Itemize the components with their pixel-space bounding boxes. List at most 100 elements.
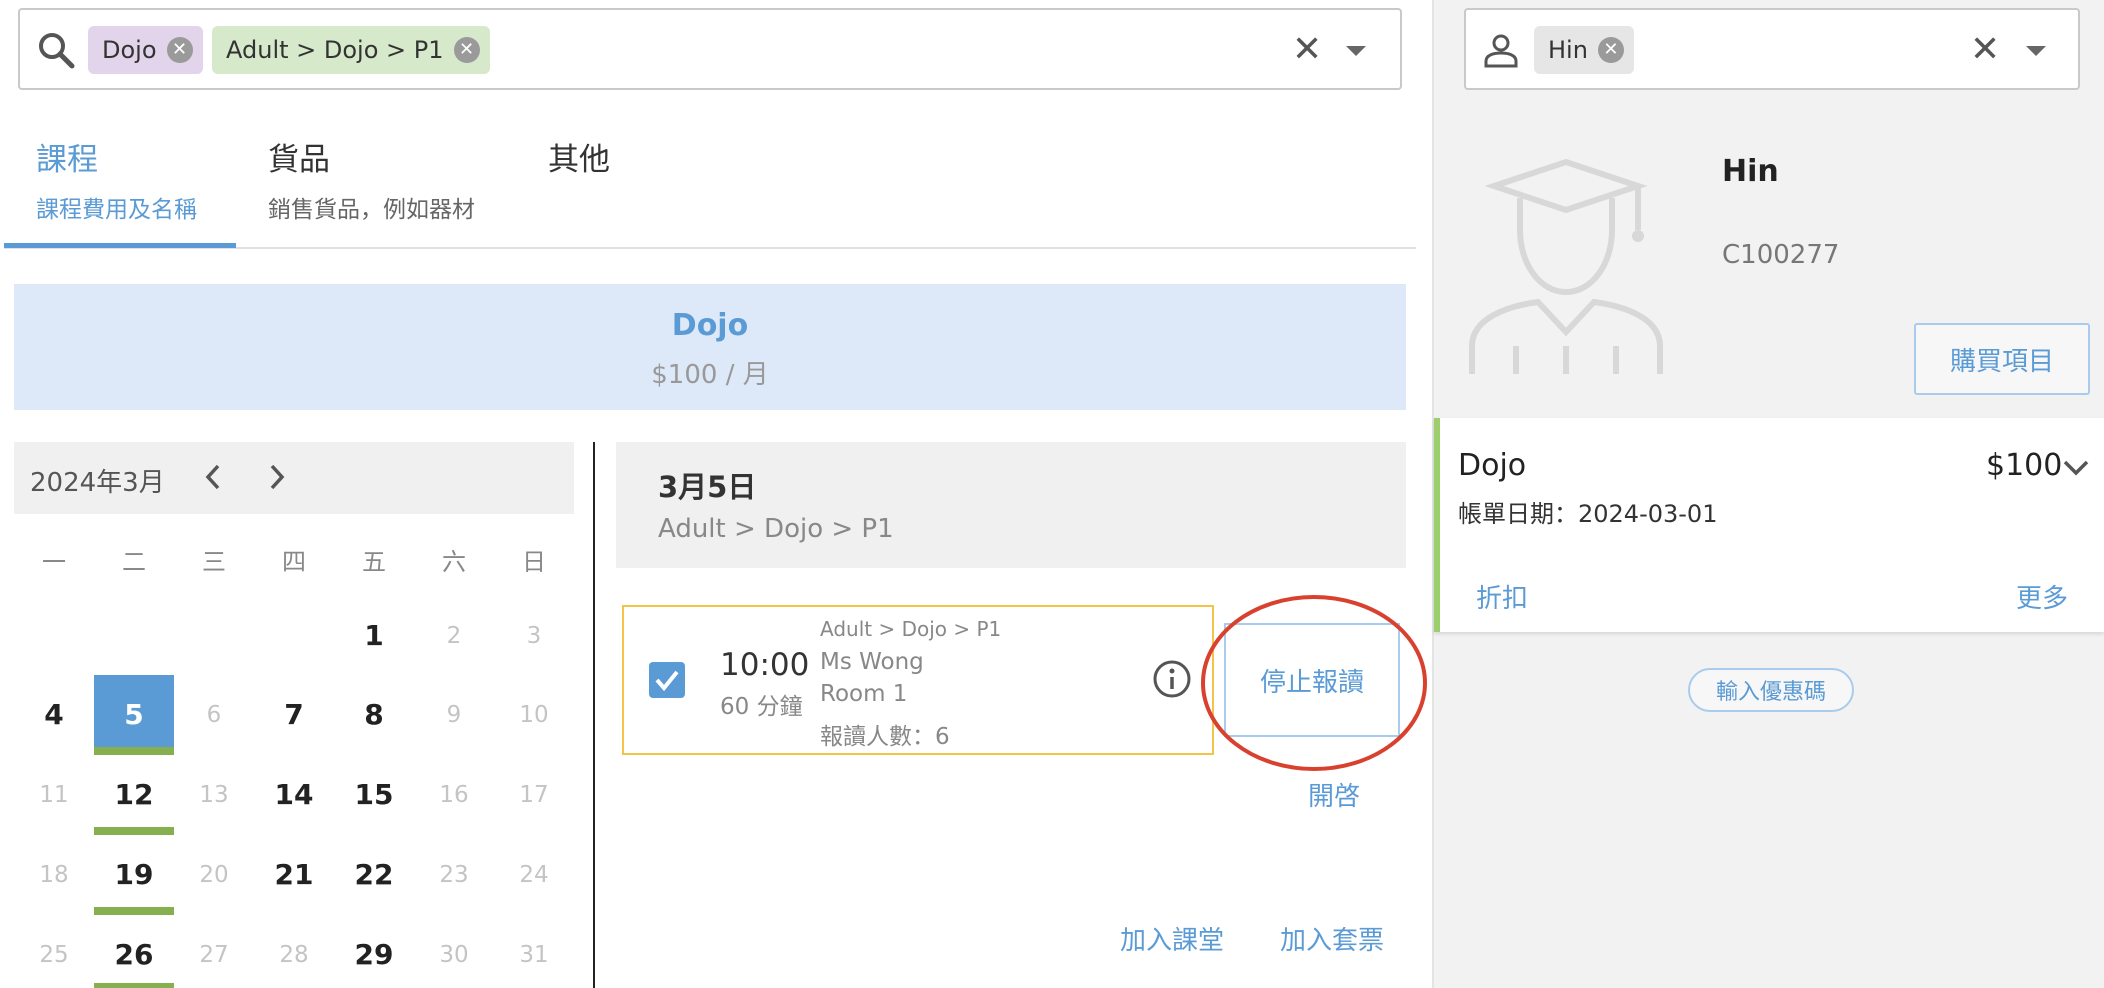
- chip-remove-icon[interactable]: ✕: [166, 37, 193, 63]
- course-banner: Dojo $100 / 月: [14, 284, 1406, 410]
- weekday-label: 五: [362, 548, 386, 576]
- calendar-day[interactable]: 29: [334, 915, 414, 988]
- calendar-day: 25: [39, 942, 69, 968]
- student-chip-hin[interactable]: Hin ✕: [1534, 26, 1634, 74]
- calendar-day-number: 5: [124, 698, 144, 731]
- chip-label: Dojo: [102, 36, 157, 64]
- chip-label: Adult > Dojo > P1: [226, 36, 444, 64]
- dropdown-caret-icon[interactable]: [2026, 46, 2046, 56]
- session-room: Room 1: [820, 681, 908, 707]
- discount-link[interactable]: 折扣: [1476, 578, 1528, 615]
- buy-items-button[interactable]: 購買項目: [1914, 323, 2090, 395]
- session-duration: 60 分鐘: [720, 694, 803, 720]
- info-icon[interactable]: [1152, 659, 1192, 699]
- calendar-day: 27: [199, 942, 229, 968]
- add-package-link[interactable]: 加入套票: [1280, 920, 1384, 957]
- calendar-day: 30: [439, 942, 469, 968]
- course-search-bar[interactable]: Dojo ✕ Adult > Dojo > P1 ✕ ✕: [18, 8, 1402, 90]
- calendar-day[interactable]: 22: [334, 835, 414, 915]
- calendar-day[interactable]: 12: [94, 755, 174, 835]
- coupon-code-button[interactable]: 輸入優惠碼: [1688, 668, 1854, 712]
- tab-courses-subtitle: 課程費用及名稱: [36, 197, 197, 223]
- chevron-right-icon[interactable]: [264, 462, 290, 492]
- clear-icon[interactable]: ✕: [1292, 32, 1322, 68]
- tab-goods-subtitle: 銷售貨品，例如器材: [268, 197, 475, 223]
- chevron-left-icon[interactable]: [200, 462, 226, 492]
- calendar-day[interactable]: 7: [254, 675, 334, 755]
- session-card[interactable]: 10:00 60 分鐘 Adult > Dojo > P1 Ms Wong Ro…: [622, 605, 1214, 755]
- session-teacher: Ms Wong: [820, 649, 924, 675]
- calendar-day: 11: [39, 782, 69, 808]
- order-item-bill-date: 帳單日期：2024-03-01: [1458, 500, 1718, 528]
- chip-label: Hin: [1548, 36, 1588, 64]
- order-item-card: Dojo $100 帳單日期：2024-03-01 折扣 更多: [1434, 418, 2104, 632]
- filter-chip-class-path[interactable]: Adult > Dojo > P1 ✕: [212, 26, 490, 74]
- calendar-day[interactable]: 21: [254, 835, 334, 915]
- weekday-label: 日: [522, 548, 546, 576]
- checkbox-checked-icon[interactable]: [648, 661, 686, 699]
- search-icon: [39, 33, 75, 69]
- session-marker: [94, 747, 174, 755]
- weekday-label: 一: [42, 548, 66, 576]
- coupon-code-label: 輸入優惠碼: [1715, 680, 1826, 705]
- chip-remove-icon[interactable]: ✕: [453, 37, 480, 63]
- session-enrolled-count: 報讀人數：6: [820, 724, 950, 750]
- calendar-day[interactable]: 14: [254, 755, 334, 835]
- add-class-link[interactable]: 加入課堂: [1120, 920, 1224, 957]
- day-detail-path: Adult > Dojo > P1: [658, 514, 894, 544]
- calendar-day: 23: [439, 862, 469, 888]
- calendar-day[interactable]: 8: [334, 675, 414, 755]
- calendar-day[interactable]: 1: [334, 596, 414, 676]
- calendar-day: 13: [199, 782, 229, 808]
- session-marker: [94, 907, 174, 915]
- student-id: C100277: [1722, 240, 1840, 270]
- calendar-month-label: 2024年3月: [30, 468, 165, 498]
- chevron-down-icon[interactable]: [2062, 458, 2090, 478]
- calendar-day[interactable]: 19: [94, 835, 174, 915]
- day-detail-header: 3月5日 Adult > Dojo > P1: [616, 442, 1406, 568]
- calendar-day: 16: [439, 782, 469, 808]
- dropdown-caret-icon[interactable]: [1346, 46, 1366, 56]
- calendar-day: 17: [519, 782, 549, 808]
- weekday-label: 六: [442, 548, 466, 576]
- tab-other-title: 其他: [548, 142, 610, 178]
- clear-icon[interactable]: ✕: [1970, 32, 2000, 68]
- calendar-day-number: 26: [114, 938, 154, 971]
- calendar-day: 24: [519, 862, 549, 888]
- session-marker: [94, 827, 174, 835]
- calendar-day[interactable]: 4: [14, 675, 94, 755]
- calendar-day-selected[interactable]: 5: [94, 675, 174, 755]
- calendar-day: 10: [519, 702, 549, 728]
- tab-courses-title: 課程: [36, 142, 98, 178]
- weekday-label: 三: [202, 548, 226, 576]
- calendar-day[interactable]: 26: [94, 915, 174, 988]
- calendar-day-number: 12: [114, 778, 154, 811]
- calendar-day: 18: [39, 862, 69, 888]
- session-time: 10:00: [720, 647, 810, 683]
- person-icon: [1484, 34, 1518, 68]
- calendar-header: 2024年3月: [14, 442, 574, 514]
- session-path: Adult > Dojo > P1: [820, 617, 1002, 641]
- calendar-day-number: 19: [114, 858, 154, 891]
- weekday-label: 二: [122, 548, 146, 576]
- student-name: Hin: [1722, 154, 1779, 189]
- calendar-day: 28: [279, 942, 309, 968]
- calendar-day[interactable]: 15: [334, 755, 414, 835]
- weekday-label: 四: [282, 548, 306, 576]
- calendar-day: 3: [526, 623, 542, 649]
- order-item-price: $100: [1986, 448, 2063, 483]
- calendar-day: 2: [446, 623, 462, 649]
- chip-remove-icon[interactable]: ✕: [1597, 37, 1624, 63]
- filter-chip-dojo[interactable]: Dojo ✕: [88, 26, 203, 74]
- session-marker: [94, 983, 174, 988]
- course-banner-price: $100 / 月: [651, 360, 769, 390]
- calendar-day: 31: [519, 942, 549, 968]
- day-detail-date: 3月5日: [658, 470, 757, 504]
- more-link[interactable]: 更多: [2016, 578, 2068, 615]
- calendar-day: 20: [199, 862, 229, 888]
- course-banner-name: Dojo: [671, 308, 749, 343]
- calendar-day: 6: [206, 702, 222, 728]
- open-session-link[interactable]: 開啓: [1308, 776, 1360, 813]
- order-item-name: Dojo: [1458, 448, 1527, 483]
- student-search-bar[interactable]: Hin ✕ ✕: [1464, 8, 2080, 90]
